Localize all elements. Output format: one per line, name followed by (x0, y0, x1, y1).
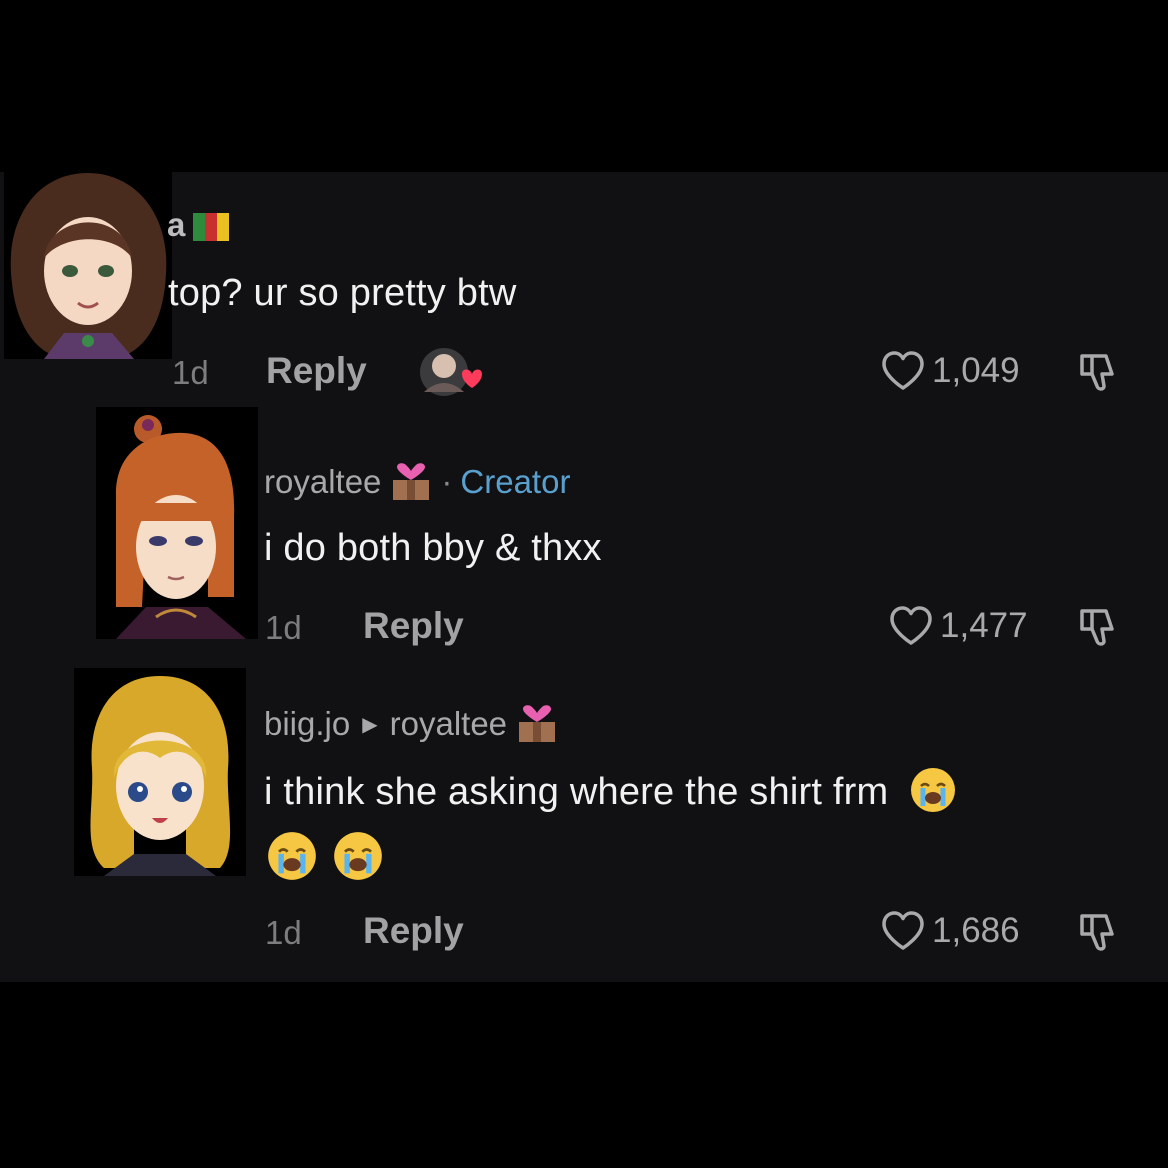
username[interactable]: royaltee (264, 463, 381, 501)
emoji-row (266, 830, 384, 882)
reply-button[interactable]: Reply (363, 910, 464, 952)
comment-author[interactable]: biig.jo ▶ royaltee (264, 704, 559, 744)
gift-heart-icon (389, 462, 433, 502)
avatar[interactable] (74, 668, 246, 876)
dislike-icon (1080, 354, 1114, 391)
like-count: 1,477 (940, 606, 1028, 645)
like-count: 1,049 (932, 351, 1020, 390)
comment-author[interactable]: a (167, 206, 230, 244)
comment-text: top? ur so pretty btw (168, 272, 517, 314)
avatar[interactable] (4, 163, 172, 359)
heart-icon (882, 911, 924, 950)
reply-button[interactable]: Reply (363, 605, 464, 647)
dislike-icon (1080, 609, 1114, 646)
dislike-button[interactable] (1076, 350, 1120, 399)
heart-icon (890, 606, 932, 645)
gift-heart-icon (515, 704, 559, 744)
comment-text-line: i think she asking where the shirt frm (264, 771, 889, 813)
username[interactable]: a (167, 206, 185, 244)
heart-icon (882, 351, 924, 390)
crying-emoji-icon (911, 767, 956, 812)
comment-age: 1d (265, 914, 302, 951)
like-count: 1,686 (932, 911, 1020, 950)
reply-button[interactable]: Reply (266, 350, 367, 392)
flag-icon (193, 211, 230, 241)
dislike-button[interactable] (1076, 605, 1120, 654)
comment-text: i do both bby & thxx (264, 527, 602, 569)
badge-separator: · (441, 463, 453, 500)
creator-liked-avatar-icon (416, 346, 488, 398)
dislike-button[interactable] (1076, 910, 1120, 959)
like-button[interactable]: 1,686 (880, 910, 1020, 952)
like-button[interactable]: 1,049 (880, 350, 1020, 392)
username[interactable]: biig.jo (264, 705, 350, 743)
comment-author[interactable]: royaltee · Creator (264, 462, 570, 502)
dislike-icon (1080, 914, 1114, 951)
replying-to-username[interactable]: royaltee (390, 705, 507, 743)
creator-badge: Creator (460, 463, 571, 500)
comment-age: 1d (172, 354, 209, 391)
like-button[interactable]: 1,477 (888, 605, 1028, 647)
comment-text: i think she asking where the shirt frm (264, 767, 957, 814)
avatar[interactable] (96, 407, 258, 639)
crying-emoji-icon (334, 832, 382, 880)
reply-arrow-icon: ▶ (362, 713, 378, 736)
crying-emoji-icon (268, 832, 316, 880)
comment-age: 1d (265, 609, 302, 646)
